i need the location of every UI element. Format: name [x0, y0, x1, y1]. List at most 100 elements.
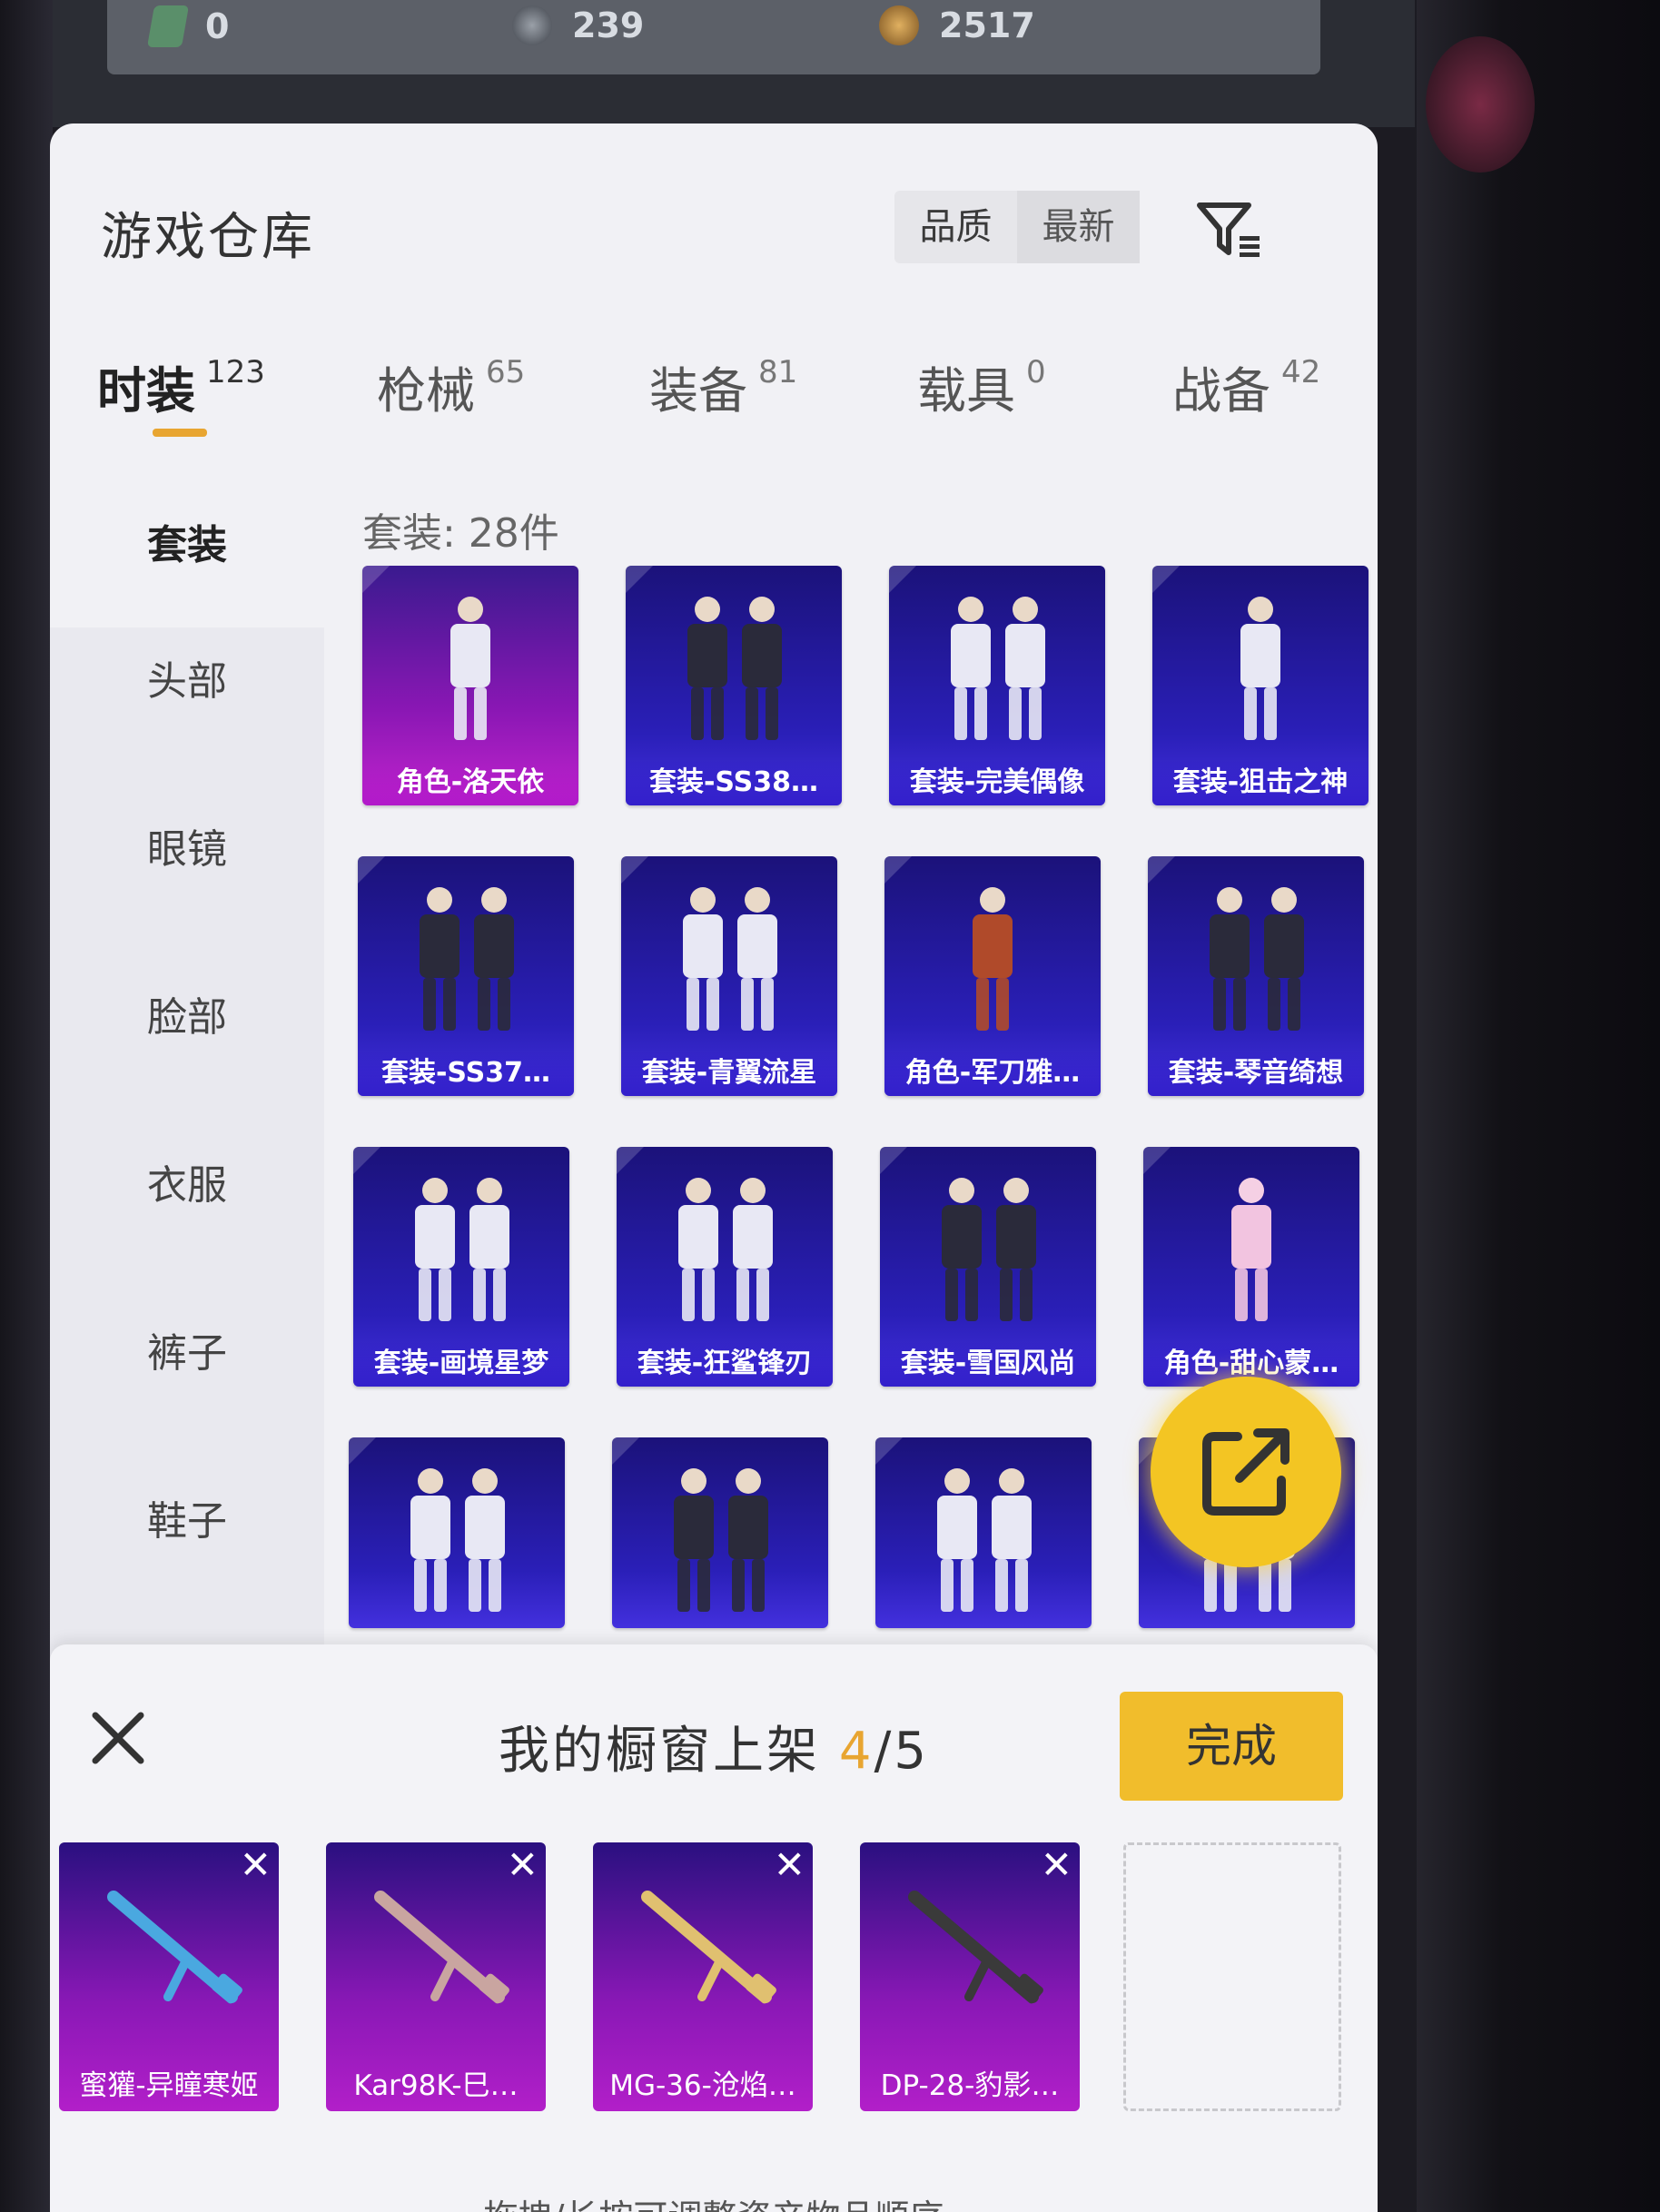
- outfit-image: [687, 597, 782, 740]
- gold-coin-icon: [879, 5, 919, 45]
- tab-supplies[interactable]: 战备 42: [1172, 351, 1320, 422]
- tab-label: 战备: [1172, 362, 1270, 420]
- outfit-image: [410, 1468, 505, 1612]
- share-button[interactable]: [1151, 1377, 1341, 1567]
- empty-slot[interactable]: [1123, 1842, 1341, 2111]
- outfit-image: [674, 1468, 768, 1612]
- outfit-image: [415, 1178, 509, 1321]
- slot-label: MG-36-沧焰…: [609, 2069, 796, 2102]
- outfit-image: [1240, 597, 1280, 740]
- tab-guns[interactable]: 枪械 65: [377, 351, 525, 422]
- item-card[interactable]: 角色-军刀雅…: [884, 856, 1101, 1096]
- warehouse-panel: 游戏仓库 品质 最新 时装 123 枪械 65 装备 81 载具 0 战备 42 套装 头…: [50, 123, 1378, 2212]
- outfit-image: [1210, 887, 1304, 1031]
- slot-label: DP-28-豹影…: [880, 2069, 1060, 2102]
- item-label: 角色-军刀雅…: [884, 1051, 1101, 1096]
- item-label: 套装-SS38…: [626, 760, 842, 805]
- sort-toggle: 品质 最新: [894, 191, 1140, 263]
- outfit-image: [683, 887, 777, 1031]
- slot-label: Kar98K-巳…: [353, 2069, 519, 2102]
- sidebar-item-shoes[interactable]: 鞋子: [50, 1476, 324, 1567]
- item-card[interactable]: 套装-青翼流星: [621, 856, 837, 1096]
- tab-fashion[interactable]: 时装 123: [97, 351, 265, 422]
- showcase-slot[interactable]: ✕ DP-28-豹影…: [860, 1842, 1080, 2111]
- outfit-image: [1231, 1178, 1271, 1321]
- tab-label: 装备: [649, 362, 747, 420]
- sidebar-item-suit[interactable]: 套装: [50, 464, 324, 627]
- item-label: 套装-雪国风尚: [880, 1341, 1096, 1387]
- reorder-hint: 拖拽/长按可调整资产物品顺序: [50, 2189, 1378, 2212]
- tab-count: 81: [758, 354, 798, 390]
- showcase-panel: 我的橱窗上架 4/5 完成 ✕ 蜜獾-异瞳寒姬 ✕ Kar98K-巳… ✕ MG-36-沧…: [50, 1644, 1378, 2212]
- showcase-title-text: 我的橱窗上架: [499, 1722, 821, 1781]
- showcase-slot[interactable]: ✕ Kar98K-巳…: [326, 1842, 546, 2111]
- currency-bar: 0 239 2517: [107, 0, 1320, 74]
- sort-quality-button[interactable]: 品质: [894, 191, 1017, 263]
- item-label: 套装-青翼流星: [621, 1051, 837, 1096]
- item-card[interactable]: 角色-甜心蒙…: [1143, 1147, 1359, 1387]
- item-card[interactable]: [875, 1437, 1092, 1628]
- coin-icon: [512, 5, 552, 45]
- tab-count: 42: [1281, 354, 1321, 390]
- showcase-total: /5: [874, 1722, 929, 1781]
- outfit-image: [420, 887, 514, 1031]
- tab-equipment[interactable]: 装备 81: [649, 351, 797, 422]
- outfit-image: [951, 597, 1045, 740]
- device-bezel-left: [0, 0, 53, 2212]
- tab-count: 65: [486, 354, 526, 390]
- item-label: 套装-琴音绮想: [1148, 1051, 1364, 1096]
- item-label: 套装-SS37…: [358, 1051, 574, 1096]
- showcase-slot[interactable]: ✕ 蜜獾-异瞳寒姬: [59, 1842, 279, 2111]
- sidebar: 套装 头部 眼镜 脸部 衣服 裤子 鞋子: [50, 464, 324, 1735]
- showcase-count: 4: [838, 1722, 874, 1781]
- remove-slot-icon[interactable]: ✕: [240, 1846, 272, 1884]
- sidebar-item-face[interactable]: 脸部: [50, 973, 324, 1063]
- item-card[interactable]: 套装-画境星梦: [353, 1147, 569, 1387]
- remove-slot-icon[interactable]: ✕: [507, 1846, 539, 1884]
- filter-icon[interactable]: [1196, 200, 1263, 260]
- sort-latest-button[interactable]: 最新: [1017, 191, 1140, 263]
- currency-value: 2517: [939, 5, 1035, 45]
- item-label: 套装-狙击之神: [1152, 760, 1369, 805]
- tab-vehicles[interactable]: 载具 0: [917, 351, 1046, 422]
- outfit-image: [450, 597, 490, 740]
- currency-coin: 239: [512, 5, 644, 45]
- item-label: 套装-画境星梦: [353, 1341, 569, 1387]
- item-card[interactable]: [612, 1437, 828, 1628]
- item-card[interactable]: 套装-SS38…: [626, 566, 842, 805]
- item-card[interactable]: 角色-洛天依: [362, 566, 578, 805]
- item-card[interactable]: 套装-雪国风尚: [880, 1147, 1096, 1387]
- item-card[interactable]: 套装-琴音绮想: [1148, 856, 1364, 1096]
- item-label: 角色-洛天依: [362, 760, 578, 805]
- slot-label: 蜜獾-异瞳寒姬: [79, 2069, 259, 2102]
- currency-value: 0: [205, 6, 230, 46]
- currency-value: 239: [572, 5, 645, 45]
- item-count-label: 套装: 28件: [362, 510, 559, 557]
- item-card[interactable]: 套装-狂鲨锋刃: [617, 1147, 833, 1387]
- remove-slot-icon[interactable]: ✕: [1041, 1846, 1072, 1884]
- item-label: 套装-完美偶像: [889, 760, 1105, 805]
- done-button[interactable]: 完成: [1120, 1692, 1343, 1801]
- warehouse-header: 游戏仓库 品质 最新: [50, 123, 1378, 305]
- tab-label: 载具: [917, 362, 1015, 420]
- sidebar-item-clothes[interactable]: 衣服: [50, 1141, 324, 1231]
- sidebar-item-pants[interactable]: 裤子: [50, 1308, 324, 1399]
- device-bezel-right: [1417, 0, 1660, 2212]
- tab-label: 枪械: [377, 362, 475, 420]
- sidebar-item-glasses[interactable]: 眼镜: [50, 805, 324, 895]
- tab-label: 时装: [97, 362, 195, 420]
- item-card[interactable]: 套装-狙击之神: [1152, 566, 1369, 805]
- page-title: 游戏仓库: [101, 208, 315, 267]
- item-card[interactable]: 套装-完美偶像: [889, 566, 1105, 805]
- category-tabs: 时装 123 枪械 65 装备 81 载具 0 战备 42: [50, 305, 1378, 478]
- showcase-slot[interactable]: ✕ MG-36-沧焰…: [593, 1842, 813, 2111]
- remove-slot-icon[interactable]: ✕: [774, 1846, 805, 1884]
- currency-ticket: 0: [146, 5, 230, 47]
- sidebar-item-head[interactable]: 头部: [50, 637, 324, 727]
- item-card[interactable]: 套装-SS37…: [358, 856, 574, 1096]
- outfit-image: [973, 887, 1013, 1031]
- tab-count: 123: [206, 354, 265, 390]
- outfit-image: [678, 1178, 773, 1321]
- item-card[interactable]: [349, 1437, 565, 1628]
- tab-count: 0: [1026, 354, 1046, 390]
